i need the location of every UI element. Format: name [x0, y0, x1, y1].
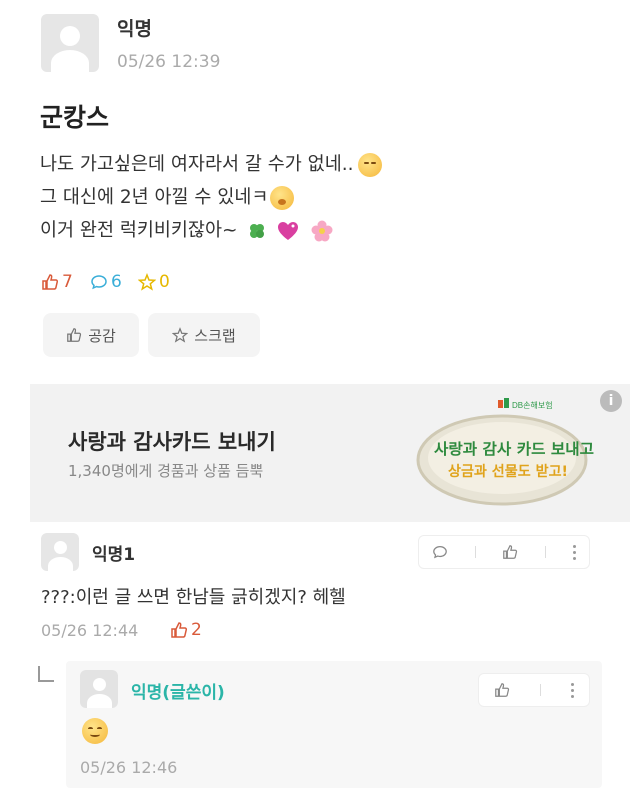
- divider: [540, 684, 541, 696]
- reply-timestamp: 05/26 12:46: [80, 758, 178, 777]
- relieved-face-emoji-icon: [357, 153, 382, 177]
- sparkling-heart-emoji-icon: [278, 222, 299, 240]
- like-button-label: 공감: [88, 326, 116, 345]
- ad-title: 사랑과 감사카드 보내기: [68, 430, 276, 454]
- comment-timestamp: 05/26 12:44: [41, 621, 139, 640]
- post-author-name: 익명: [117, 18, 152, 40]
- like-button[interactable]: 공감: [43, 313, 139, 357]
- ad-brand: DB손해보험: [512, 400, 553, 410]
- comment-count: 6: [111, 272, 122, 292]
- divider: [545, 546, 547, 558]
- comment-text: ???:이런 글 쓰면 한남들 긁히겠지? 헤헬: [41, 587, 346, 608]
- post-body-text-1: 나도 가고싶은데 여자라서 갈 수가 없네..: [40, 154, 354, 175]
- thumbs-up-icon: [42, 274, 59, 290]
- ad-card-image: DB손해보험 사랑과 감사 카드 보내고 상금과 선물도 받고!: [416, 398, 594, 506]
- more-options-icon[interactable]: [572, 544, 576, 560]
- scrap-count: 0: [159, 272, 170, 292]
- reply-author-avatar: [80, 670, 118, 708]
- star-icon: [138, 273, 156, 291]
- speech-bubble-icon: [91, 275, 107, 290]
- thumbs-up-icon: [171, 622, 188, 638]
- comment-author-avatar: [41, 533, 79, 571]
- divider: [474, 546, 476, 558]
- post-body-line-1: 나도 가고싶은데 여자라서 갈 수가 없네..: [40, 150, 382, 177]
- giggle-face-emoji-icon: [270, 186, 295, 210]
- post-title: 군캉스: [40, 103, 110, 132]
- ad-card-line-1: 사랑과 감사 카드 보내고: [434, 440, 594, 458]
- scrap-button-label: 스크랩: [194, 326, 236, 345]
- cherry-blossom-emoji-icon: [311, 220, 333, 242]
- comment-like-stat: 2: [170, 620, 202, 640]
- post-author-avatar: [41, 14, 99, 72]
- like-count-stat: 7: [41, 272, 73, 292]
- smiling-face-emoji-icon: [82, 718, 108, 744]
- post-body-text-2: 그 대신에 2년 아낄 수 있네ㅋ: [40, 187, 269, 208]
- like-count: 7: [62, 272, 73, 292]
- comment-count-stat: 6: [90, 272, 122, 292]
- post-body-line-2: 그 대신에 2년 아낄 수 있네ㅋ: [40, 183, 295, 210]
- thumbs-up-icon[interactable]: [502, 544, 518, 560]
- post-body-line-3: 이거 완전 럭키비키잖아~: [40, 216, 333, 242]
- reply-action-bar: [478, 673, 590, 707]
- thumbs-up-icon: [67, 328, 82, 342]
- thumbs-up-icon[interactable]: [494, 682, 510, 698]
- four-leaf-clover-emoji-icon: [250, 224, 265, 238]
- more-options-icon[interactable]: [571, 682, 574, 698]
- comment-like-count: 2: [191, 620, 202, 640]
- comment-author-name: 익명1: [92, 545, 136, 565]
- reply-arrow-icon: [38, 666, 54, 682]
- scrap-button[interactable]: 스크랩: [148, 313, 260, 357]
- ad-banner[interactable]: 사랑과 감사카드 보내기 1,340명에게 경품과 상품 듬뿍 i DB손해보험…: [30, 384, 630, 522]
- reply-author-name: 익명(글쓴이): [131, 683, 225, 703]
- post-timestamp: 05/26 12:39: [117, 52, 221, 72]
- reply-icon[interactable]: [432, 544, 448, 560]
- ad-card-line-2: 상금과 선물도 받고!: [448, 463, 568, 480]
- star-icon: [172, 327, 189, 343]
- ad-subtitle: 1,340명에게 경품과 상품 듬뿍: [68, 462, 264, 480]
- post-body-text-3: 이거 완전 럭키비키잖아~: [40, 220, 238, 241]
- scrap-count-stat: 0: [138, 272, 170, 292]
- comment-action-bar: [418, 535, 590, 569]
